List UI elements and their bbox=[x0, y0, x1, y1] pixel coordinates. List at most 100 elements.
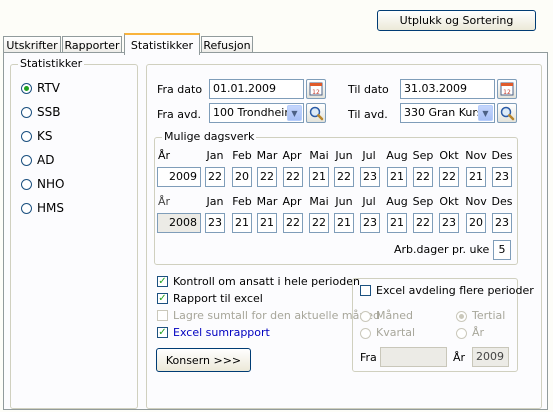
fra-periode-input[interactable] bbox=[380, 347, 447, 367]
dagsverk-2008-des[interactable]: 23 bbox=[492, 213, 512, 233]
til-dato-input[interactable]: 31.03.2009 bbox=[400, 79, 495, 99]
radio-tertial-label: Tertial bbox=[472, 309, 506, 322]
dagsverk-2009-jul[interactable]: 23 bbox=[360, 167, 380, 187]
ar-periode-label: År bbox=[453, 351, 466, 364]
fra-avd-label: Fra avd. bbox=[157, 108, 202, 121]
til-avd-value: 330 Gran Kurs bbox=[404, 106, 483, 119]
radio-ssb[interactable] bbox=[21, 107, 32, 118]
kontroll-label: Kontroll om ansatt i hele perioden bbox=[173, 275, 360, 288]
dagsverk-2008-nov[interactable]: 20 bbox=[466, 213, 486, 233]
calendar-day-text: 12 bbox=[312, 89, 320, 96]
excel-avdeling-checkbox[interactable] bbox=[360, 285, 371, 296]
month-header-des: Des bbox=[491, 149, 513, 162]
dagsverk-2009-apr[interactable]: 22 bbox=[283, 167, 303, 187]
tab-statistikker[interactable]: Statistikker bbox=[124, 33, 200, 55]
fra-dato-calendar-button[interactable]: 12 bbox=[306, 79, 326, 99]
rapport-excel-label: Rapport til excel bbox=[173, 292, 263, 305]
excel-avdeling-label: Excel avdeling flere perioder bbox=[376, 284, 534, 297]
radio-kvartal-label: Kvartal bbox=[376, 326, 416, 339]
ar-periode-input[interactable]: 2009 bbox=[472, 347, 509, 367]
konsern-button[interactable]: Konsern >>> bbox=[156, 348, 251, 372]
dagsverk-2008-apr[interactable]: 22 bbox=[283, 213, 303, 233]
radio-hms[interactable] bbox=[21, 203, 32, 214]
dagsverk-2008-sep[interactable]: 22 bbox=[413, 213, 433, 233]
dagsverk-2008-okt[interactable]: 23 bbox=[439, 213, 459, 233]
til-avd-dropdown-arrow[interactable]: ▼ bbox=[478, 105, 493, 121]
year-2008-input[interactable]: 2008 bbox=[157, 213, 201, 233]
til-dato-calendar-button[interactable]: 12 bbox=[497, 79, 517, 99]
fra-dato-label: Fra dato bbox=[157, 83, 203, 96]
dagsverk-2009-mar[interactable]: 22 bbox=[257, 167, 277, 187]
month-header-sep-2: Sep bbox=[412, 195, 434, 208]
radio-ad-label: AD bbox=[37, 153, 55, 167]
radio-rtv-label: RTV bbox=[37, 81, 61, 95]
month-header-okt: Okt bbox=[439, 149, 459, 162]
radio-ar[interactable] bbox=[456, 328, 467, 339]
fra-avd-dropdown-arrow[interactable]: ▼ bbox=[287, 105, 302, 121]
statistikker-group-title: Statistikker bbox=[18, 57, 85, 70]
excel-sumrapport-checkbox[interactable]: ✓ bbox=[157, 327, 168, 338]
month-header-mai-2: Mai bbox=[309, 195, 329, 208]
radio-tertial[interactable] bbox=[456, 311, 467, 322]
utplukk-og-sortering-button[interactable]: Utplukk og Sortering bbox=[377, 10, 536, 31]
dagsverk-2008-aug[interactable]: 21 bbox=[387, 213, 407, 233]
fra-avd-search-button[interactable] bbox=[306, 103, 326, 123]
month-header-aug: Aug bbox=[386, 149, 408, 162]
dagsverk-2009-jun[interactable]: 22 bbox=[334, 167, 354, 187]
month-header-mar: Mar bbox=[256, 149, 278, 162]
dagsverk-2008-jun[interactable]: 21 bbox=[334, 213, 354, 233]
year-2009-input[interactable]: 2009 bbox=[157, 167, 201, 187]
radio-kvartal[interactable] bbox=[360, 328, 371, 339]
lagre-sumtall-checkbox[interactable] bbox=[157, 310, 168, 321]
month-header-feb-2: Feb bbox=[232, 195, 252, 208]
lagre-sumtall-label: Lagre sumtall for den aktuelle måned bbox=[173, 309, 381, 322]
month-header-okt-2: Okt bbox=[439, 195, 459, 208]
month-header-jun: Jun bbox=[335, 149, 353, 162]
dagsverk-2008-feb[interactable]: 21 bbox=[232, 213, 252, 233]
dagsverk-2009-sep[interactable]: 22 bbox=[413, 167, 433, 187]
radio-nho[interactable] bbox=[21, 179, 32, 190]
month-header-apr-2: Apr bbox=[282, 195, 302, 208]
excel-sumrapport-label: Excel sumrapport bbox=[173, 326, 270, 339]
dagsverk-2009-des[interactable]: 23 bbox=[492, 167, 512, 187]
magnifier-icon bbox=[309, 106, 324, 121]
fra-avd-value: 100 Trondheim bbox=[213, 106, 296, 119]
radio-maned[interactable] bbox=[360, 311, 371, 322]
dagsverk-2009-okt[interactable]: 22 bbox=[439, 167, 459, 187]
dagsverk-2009-nov[interactable]: 21 bbox=[466, 167, 486, 187]
dagsverk-2009-jan[interactable]: 22 bbox=[205, 167, 225, 187]
month-header-aug-2: Aug bbox=[386, 195, 408, 208]
magnifier-icon bbox=[500, 106, 515, 121]
arbdager-input[interactable]: 5 bbox=[493, 240, 511, 260]
month-header-feb: Feb bbox=[232, 149, 252, 162]
rapport-excel-checkbox[interactable]: ✓ bbox=[157, 293, 168, 304]
arbdager-label: Arb.dager pr. uke bbox=[394, 243, 490, 256]
radio-rtv[interactable] bbox=[21, 83, 32, 94]
kontroll-checkbox[interactable]: ✓ bbox=[157, 276, 168, 287]
year-column-header: År bbox=[158, 149, 171, 162]
dagsverk-2009-mai[interactable]: 21 bbox=[309, 167, 329, 187]
radio-ssb-label: SSB bbox=[37, 105, 61, 119]
month-header-mai: Mai bbox=[309, 149, 329, 162]
radio-ks[interactable] bbox=[21, 131, 32, 142]
radio-ad[interactable] bbox=[21, 155, 32, 166]
radio-ks-label: KS bbox=[37, 129, 53, 143]
til-avd-search-button[interactable] bbox=[497, 103, 517, 123]
mulige-dagsverk-title: Mulige dagsverk bbox=[162, 130, 257, 143]
dagsverk-2008-jul[interactable]: 23 bbox=[360, 213, 380, 233]
radio-nho-label: NHO bbox=[37, 177, 65, 191]
calendar-day-text: 12 bbox=[503, 89, 511, 96]
fra-dato-input[interactable]: 01.01.2009 bbox=[209, 79, 304, 99]
dagsverk-2009-aug[interactable]: 21 bbox=[387, 167, 407, 187]
dagsverk-2008-mar[interactable]: 21 bbox=[257, 213, 277, 233]
radio-ar-label: År bbox=[472, 326, 485, 339]
radio-hms-label: HMS bbox=[37, 201, 64, 215]
month-header-sep: Sep bbox=[412, 149, 434, 162]
month-header-apr: Apr bbox=[282, 149, 302, 162]
radio-maned-label: Måned bbox=[376, 309, 413, 322]
month-header-jun-2: Jun bbox=[335, 195, 353, 208]
dagsverk-2008-jan[interactable]: 23 bbox=[205, 213, 225, 233]
dagsverk-2009-feb[interactable]: 20 bbox=[232, 167, 252, 187]
month-header-jul-2: Jul bbox=[362, 195, 376, 208]
dagsverk-2008-mai[interactable]: 22 bbox=[309, 213, 329, 233]
